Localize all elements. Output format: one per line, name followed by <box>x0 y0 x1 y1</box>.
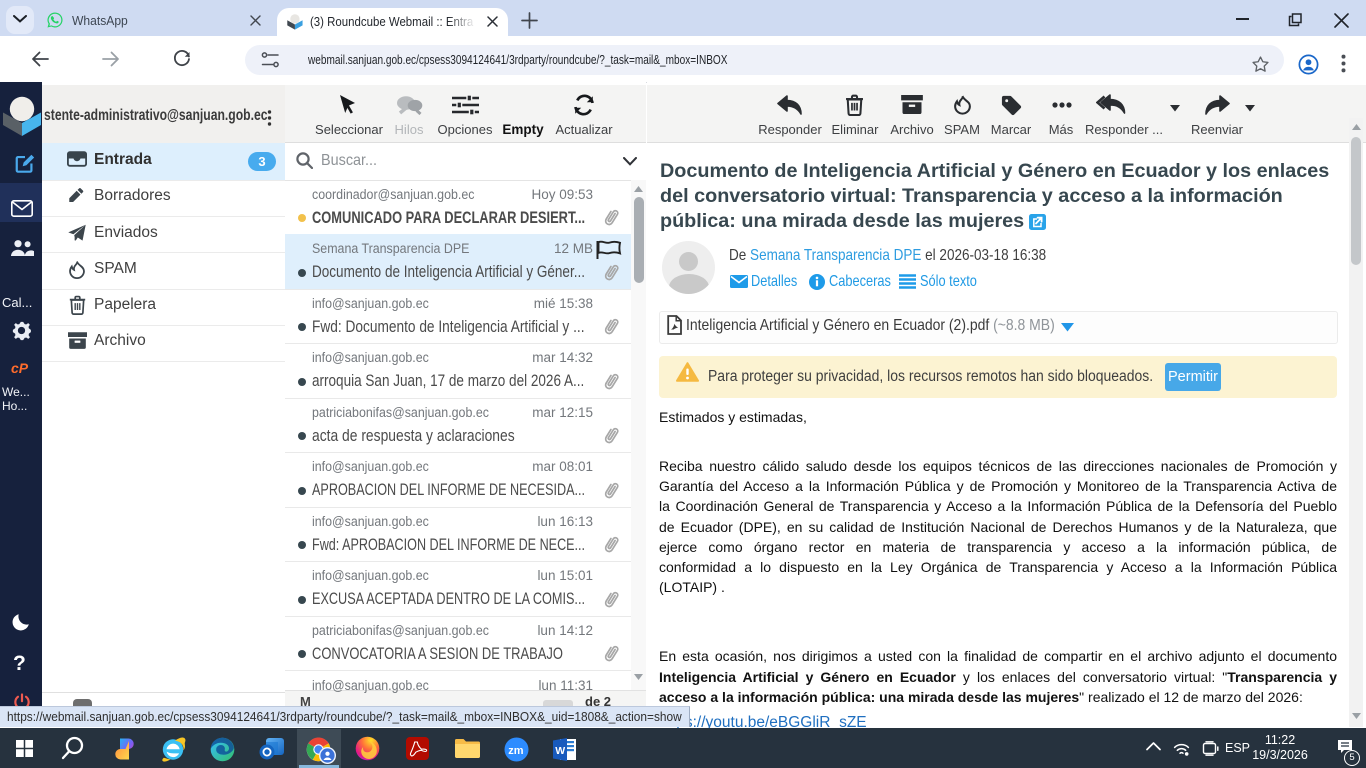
svg-text:W: W <box>555 745 565 757</box>
svg-text:zm: zm <box>508 745 524 757</box>
